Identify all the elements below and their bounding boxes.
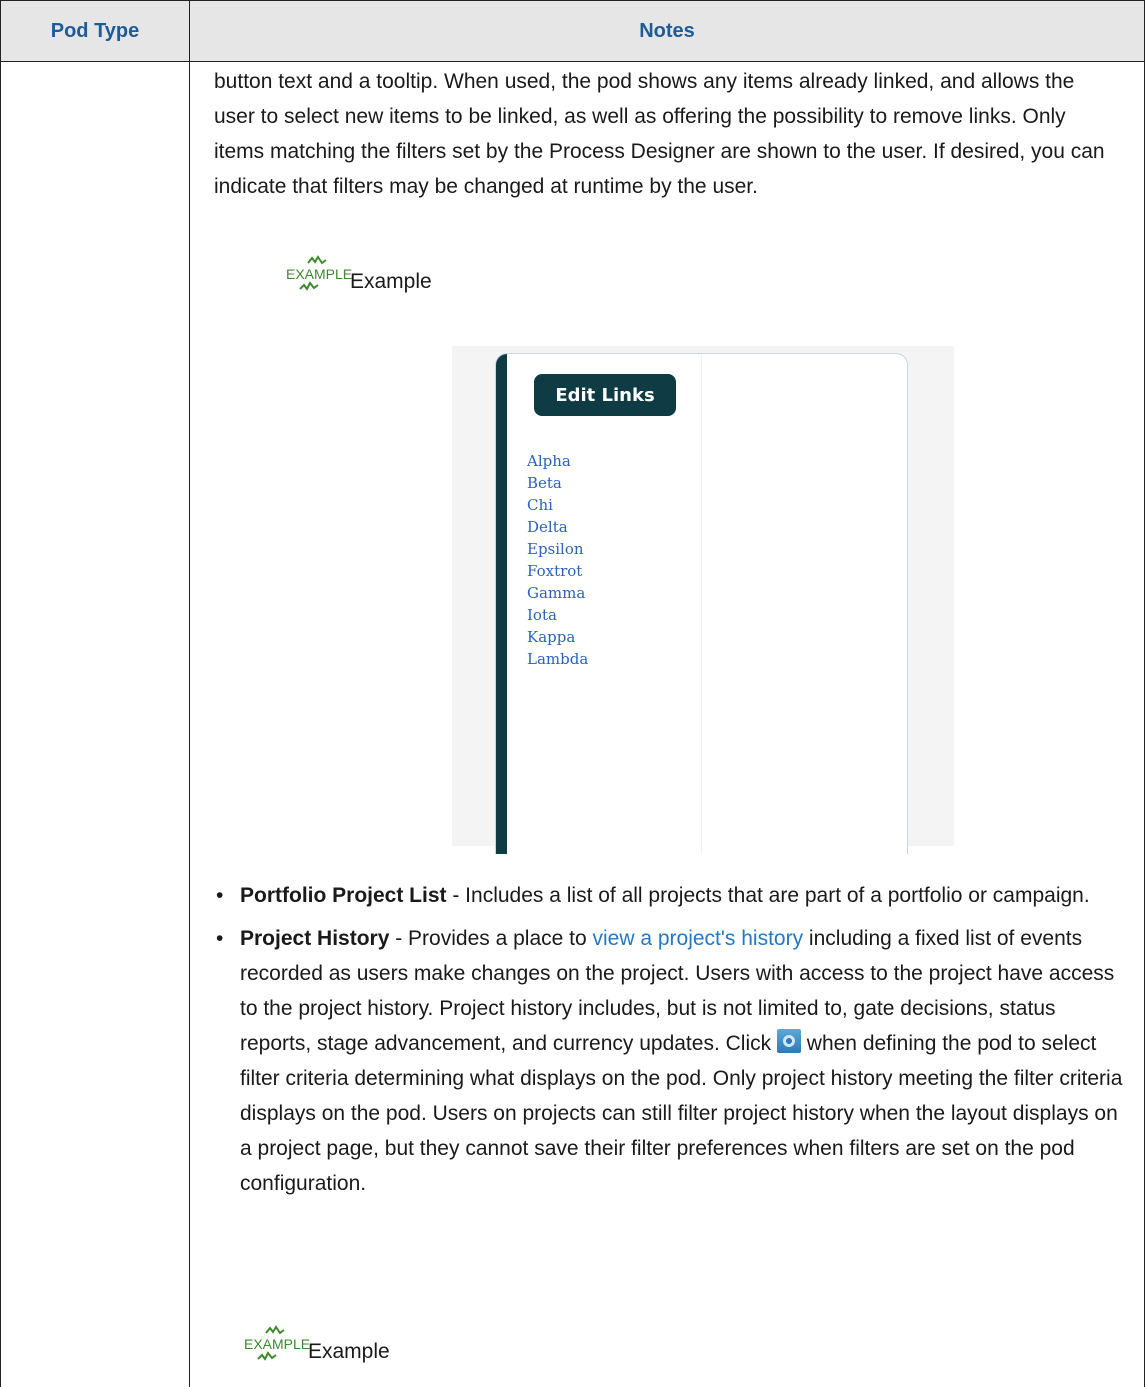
bullet-dot: •	[216, 884, 224, 907]
example-screenshot: Edit Links Alpha Beta Chi Delta Epsilon …	[452, 346, 954, 854]
pod-panel: Edit Links Alpha Beta Chi Delta Epsilon …	[495, 353, 908, 854]
panel-accent-bar	[496, 354, 507, 854]
linked-item[interactable]: Lambda	[527, 648, 588, 670]
linked-item[interactable]: Gamma	[527, 582, 588, 604]
linked-item[interactable]: Beta	[527, 472, 588, 494]
bullet-portfolio-project-list: • Portfolio Project List - Includes a li…	[214, 878, 1124, 913]
example-label: Example	[308, 1340, 390, 1363]
bullet-dot: •	[216, 927, 224, 950]
bullet-text: when defining the pod to select filter c…	[240, 1032, 1123, 1195]
linked-item[interactable]: Foxtrot	[527, 560, 588, 582]
linked-item[interactable]: Chi	[527, 494, 588, 516]
bullet-title: Portfolio Project List	[240, 884, 447, 907]
bullet-text: - Provides a place to	[389, 927, 593, 950]
linked-item[interactable]: Iota	[527, 604, 588, 626]
pod-type-bullets: • Portfolio Project List - Includes a li…	[214, 878, 1124, 1209]
linked-item[interactable]: Delta	[527, 516, 588, 538]
example-heading: EXAMPLE Example	[286, 254, 432, 294]
edit-links-button[interactable]: Edit Links	[534, 374, 676, 416]
project-history-link[interactable]: view a project's history	[593, 927, 804, 950]
linked-item[interactable]: Alpha	[527, 450, 588, 472]
example-icon: EXAMPLE	[286, 254, 352, 294]
bullet-project-history: • Project History - Provides a place to …	[214, 921, 1124, 1201]
linked-items-list: Alpha Beta Chi Delta Epsilon Foxtrot Gam…	[527, 450, 588, 670]
header-notes: Notes	[639, 20, 695, 42]
bullet-title: Project History	[240, 927, 390, 950]
pod-type-table: Pod Type Notes button text and a tooltip…	[0, 0, 1145, 1387]
panel-divider	[701, 354, 702, 854]
table-header-row: Pod Type Notes	[1, 0, 1144, 62]
linked-item[interactable]: Epsilon	[527, 538, 588, 560]
bullet-text: - Includes a list of all projects that a…	[446, 884, 1090, 907]
column-divider	[189, 0, 190, 1387]
example-label: Example	[350, 270, 432, 293]
intro-paragraph: button text and a tooltip. When used, th…	[214, 70, 1105, 198]
example-heading-2: EXAMPLE Example	[244, 1324, 390, 1364]
header-pod-type: Pod Type	[50, 20, 140, 42]
gear-icon	[776, 1029, 801, 1053]
linked-item[interactable]: Kappa	[527, 626, 588, 648]
example-icon: EXAMPLE	[244, 1324, 310, 1364]
